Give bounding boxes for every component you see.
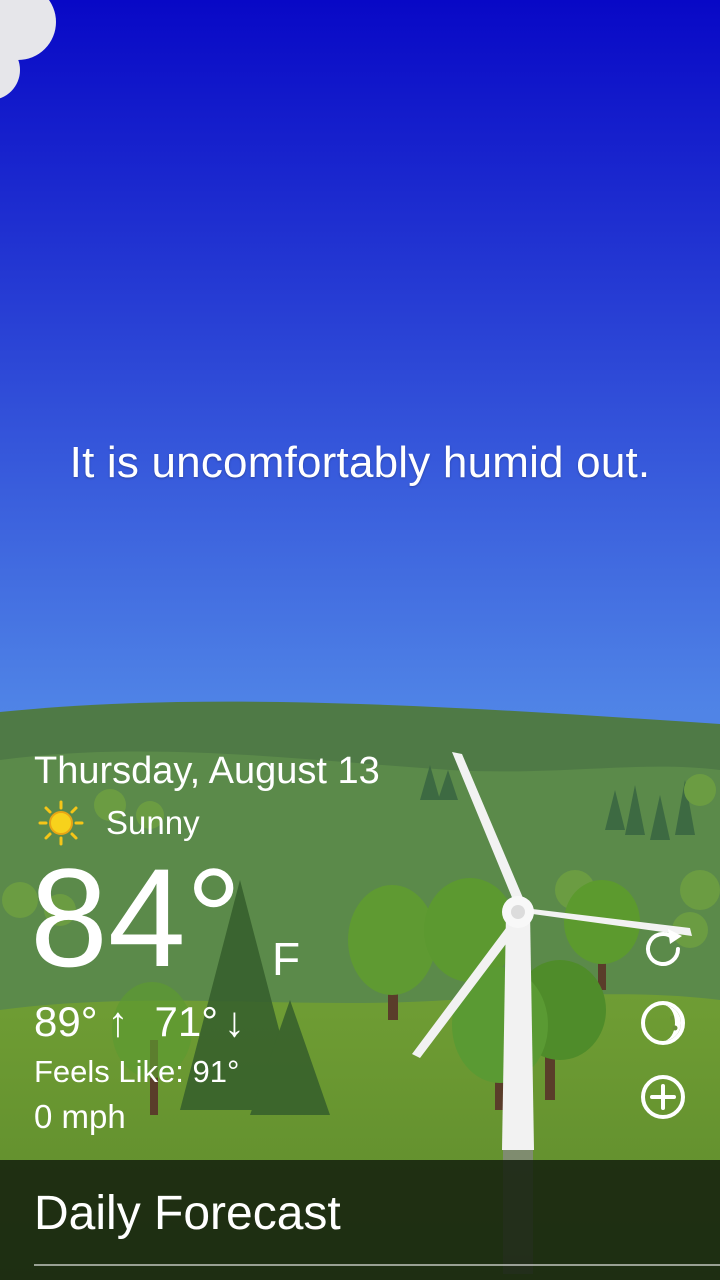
temperature-unit: F xyxy=(272,933,301,985)
high-low-row: 89° ↑ 71° ↓ xyxy=(34,998,245,1046)
feels-like: Feels Like: 91° xyxy=(34,1054,240,1089)
current-temperature: 84° xyxy=(30,839,242,996)
high-temp: 89° xyxy=(34,998,98,1045)
condition-label: Sunny xyxy=(106,804,200,841)
add-icon[interactable] xyxy=(638,1072,688,1122)
daily-forecast-bar[interactable]: Daily Forecast xyxy=(0,1160,720,1280)
moon-icon[interactable] xyxy=(638,998,688,1048)
date-label: Thursday, August 13 xyxy=(34,750,380,792)
arrow-up-icon: ↑ xyxy=(107,998,129,1045)
low-temp: 71° xyxy=(154,998,219,1045)
weather-message: It is uncomfortably humid out. xyxy=(69,438,651,487)
wind-speed: 0 mph xyxy=(34,1098,126,1135)
daily-forecast-title: Daily Forecast xyxy=(34,1187,341,1240)
arrow-down-icon: ↓ xyxy=(224,998,246,1045)
refresh-icon[interactable] xyxy=(638,924,688,974)
divider xyxy=(34,1264,720,1266)
